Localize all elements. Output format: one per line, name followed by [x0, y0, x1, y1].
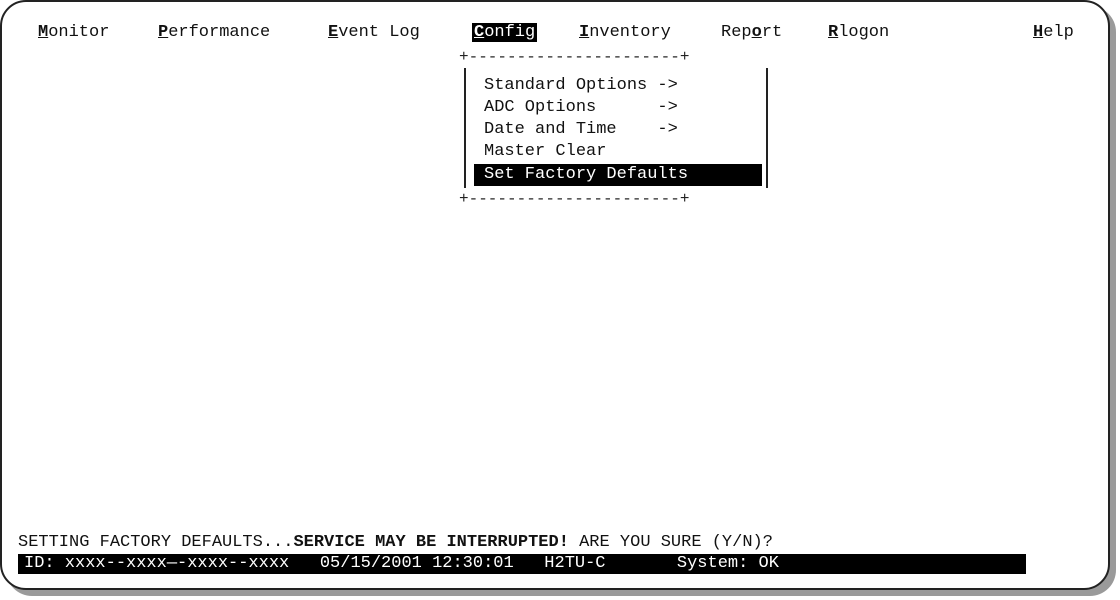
- menu-help-label: elp: [1043, 23, 1074, 42]
- menu-performance-label: erformance: [168, 23, 271, 42]
- status-bar: ID: xxxx--xxxx—-xxxx--xxxx 05/15/2001 12…: [18, 554, 1026, 574]
- menu-config-highlight: Config: [472, 23, 538, 42]
- dropdown-item-standard-options[interactable]: Standard Options ->: [484, 75, 678, 97]
- menu-monitor-accel: M: [38, 23, 49, 42]
- menu-logon[interactable]: Rlogon: [828, 22, 889, 44]
- menu-event-log-label: vent Log: [338, 23, 420, 42]
- menu-inventory[interactable]: Inventory: [579, 22, 671, 44]
- dropdown-item-set-factory-defaults[interactable]: Set Factory Defaults: [474, 164, 762, 186]
- menu-report-pre: Rep: [721, 23, 752, 42]
- menu-help-accel: H: [1033, 23, 1044, 42]
- menu-performance[interactable]: Performance: [158, 22, 270, 44]
- menu-logon-accel: R: [828, 23, 839, 42]
- dropdown-item-master-clear[interactable]: Master Clear: [484, 141, 606, 163]
- dropdown-item-date-and-time[interactable]: Date and Time ->: [484, 119, 678, 141]
- menu-logon-label: logon: [838, 23, 890, 42]
- prompt-warning: SERVICE MAY BE INTERRUPTED!: [293, 533, 569, 552]
- dropdown-top-border: +----------------------+: [459, 48, 690, 66]
- terminal-screen: Monitor Performance Event Log Config Inv…: [0, 0, 1110, 590]
- menu-help[interactable]: Help: [1033, 22, 1074, 44]
- prompt-part1: SETTING FACTORY DEFAULTS...: [18, 533, 294, 552]
- prompt-question: ARE YOU SURE (Y/N)?: [568, 533, 773, 552]
- menu-config-accel: C: [474, 23, 485, 42]
- confirm-prompt: SETTING FACTORY DEFAULTS...SERVICE MAY B…: [18, 532, 773, 554]
- menu-config-label: onfig: [484, 23, 536, 42]
- menu-inventory-accel: I: [579, 23, 590, 42]
- dropdown-item-adc-options[interactable]: ADC Options ->: [484, 97, 678, 119]
- menu-config[interactable]: Config: [472, 22, 538, 44]
- menu-report-accel: o: [751, 23, 762, 42]
- dropdown-right-edge: [766, 68, 768, 188]
- menu-report-label: rt: [761, 23, 783, 42]
- menu-monitor[interactable]: Monitor: [38, 22, 109, 44]
- menu-inventory-label: nventory: [589, 23, 671, 42]
- dropdown-bottom-border: +----------------------+: [459, 190, 690, 208]
- menu-performance-accel: P: [158, 23, 169, 42]
- dropdown-left-edge: [464, 68, 466, 188]
- menu-event-log-accel: E: [328, 23, 339, 42]
- menu-event-log[interactable]: Event Log: [328, 22, 420, 44]
- menu-report[interactable]: Report: [721, 22, 782, 44]
- menu-monitor-label: onitor: [48, 23, 110, 42]
